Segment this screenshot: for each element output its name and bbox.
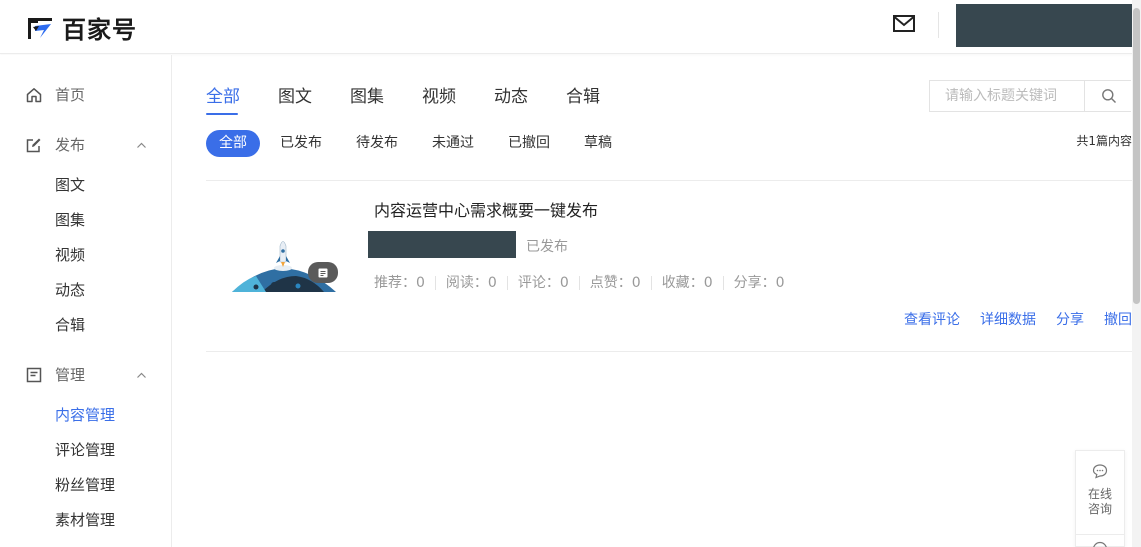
sidebar-subitem-comment-management[interactable]: 评论管理 [55,440,115,460]
stat-share: 分享：0 [722,276,795,290]
document-icon [26,367,42,383]
article-type-icon [318,268,328,277]
sidebar-item-publish[interactable]: 发布 [0,127,172,163]
sidebar-item-label: 发布 [55,136,86,154]
filter-pending[interactable]: 待发布 [356,130,398,157]
sidebar-subitem-graphic[interactable]: 图文 [55,175,85,195]
article-meta-redacted [368,231,516,258]
article-stats: 推荐：0 阅读：0 评论：0 点赞：0 收藏：0 分享：0 [374,273,795,293]
active-tab-indicator [206,113,238,115]
article-title[interactable]: 内容运营中心需求概要一键发布 [374,200,598,222]
list-divider [206,180,1132,181]
sidebar-subitem-video[interactable]: 视频 [55,245,85,265]
withdraw-link[interactable]: 撤回 [1104,310,1132,330]
home-icon [26,88,42,103]
sidebar-item-label: 首页 [55,86,86,104]
search-input[interactable] [930,81,1084,111]
help-circle-icon[interactable] [1092,541,1108,547]
detailed-data-link[interactable]: 详细数据 [980,310,1036,330]
tab-graphic[interactable]: 图文 [278,86,312,108]
sidebar: 首页 发布 图文 图集 视频 动态 合辑 管理 内容管理 评论管理 粉丝管理 素… [0,55,172,547]
stat-like: 点赞：0 [578,276,651,290]
sidebar-subitem-collection[interactable]: 合辑 [55,315,85,335]
chat-bubble-icon [1092,464,1108,479]
logo-text: 百家号 [62,15,137,44]
tab-all[interactable]: 全部 [206,86,240,108]
filter-all[interactable]: 全部 [206,130,260,157]
search-icon [1101,89,1116,103]
sidebar-item-label: 管理 [55,366,86,384]
sidebar-subitem-content-management[interactable]: 内容管理 [55,405,115,425]
chevron-up-icon [137,142,146,148]
stat-favorite: 收藏：0 [650,276,723,290]
filter-drafts[interactable]: 草稿 [584,130,612,157]
filter-rejected[interactable]: 未通过 [432,130,474,157]
stat-recommend: 推荐：0 [374,275,425,291]
filter-published[interactable]: 已发布 [280,130,322,157]
stat-read: 阅读：0 [434,276,507,290]
tab-moment[interactable]: 动态 [494,86,528,108]
sidebar-item-home[interactable]: 首页 [0,77,172,113]
tab-collection[interactable]: 合辑 [566,86,600,108]
sidebar-subitem-fans-management[interactable]: 粉丝管理 [55,475,115,495]
top-header: 百家号 [0,0,1141,54]
tab-video[interactable]: 视频 [422,86,456,108]
gallery-badge [308,262,338,283]
chevron-up-icon [137,372,146,378]
tab-gallery[interactable]: 图集 [350,86,384,108]
mail-icon[interactable] [892,13,916,35]
sidebar-subitem-gallery[interactable]: 图集 [55,210,85,230]
header-divider [938,12,939,38]
list-divider [206,351,1132,352]
online-consult-button[interactable]: 在线 咨询 [1076,451,1124,531]
page-scrollbar-thumb[interactable] [1133,8,1140,304]
edit-icon [26,138,41,153]
sidebar-subitem-moment[interactable]: 动态 [55,280,85,300]
view-comments-link[interactable]: 查看评论 [904,310,960,330]
share-link[interactable]: 分享 [1056,310,1084,330]
search-button[interactable] [1085,81,1132,111]
user-account-redacted[interactable] [956,4,1132,47]
logo-mark-icon [28,18,52,39]
article-status: 已发布 [526,239,568,255]
filter-withdrawn[interactable]: 已撤回 [508,130,550,157]
brand-logo[interactable]: 百家号 [26,11,137,44]
total-content-count: 共1篇内容 [1076,134,1132,148]
online-consult-widget: 在线 咨询 [1075,450,1125,547]
consult-label: 在线 咨询 [1087,487,1112,516]
sidebar-subitem-material-management[interactable]: 素材管理 [55,510,115,530]
search-box [929,80,1131,112]
sidebar-item-manage[interactable]: 管理 [0,357,172,393]
stat-comment: 评论：0 [506,276,579,290]
help-divider [1076,534,1124,535]
